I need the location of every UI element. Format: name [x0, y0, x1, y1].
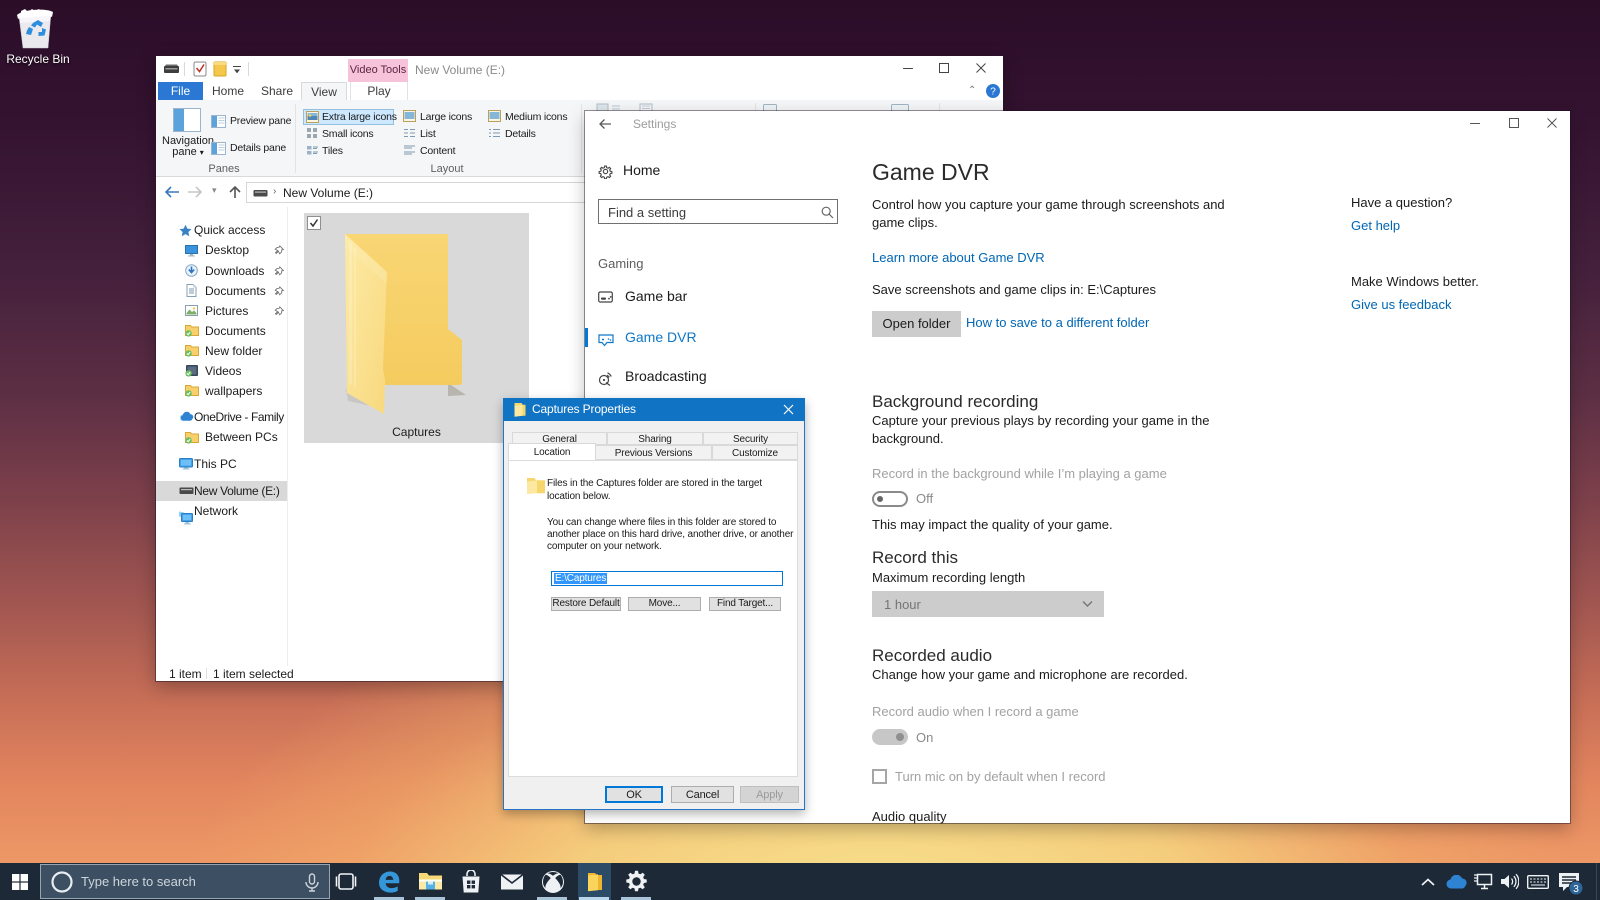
svg-text:3: 3 — [1573, 884, 1579, 895]
svg-text:?: ? — [990, 87, 996, 98]
